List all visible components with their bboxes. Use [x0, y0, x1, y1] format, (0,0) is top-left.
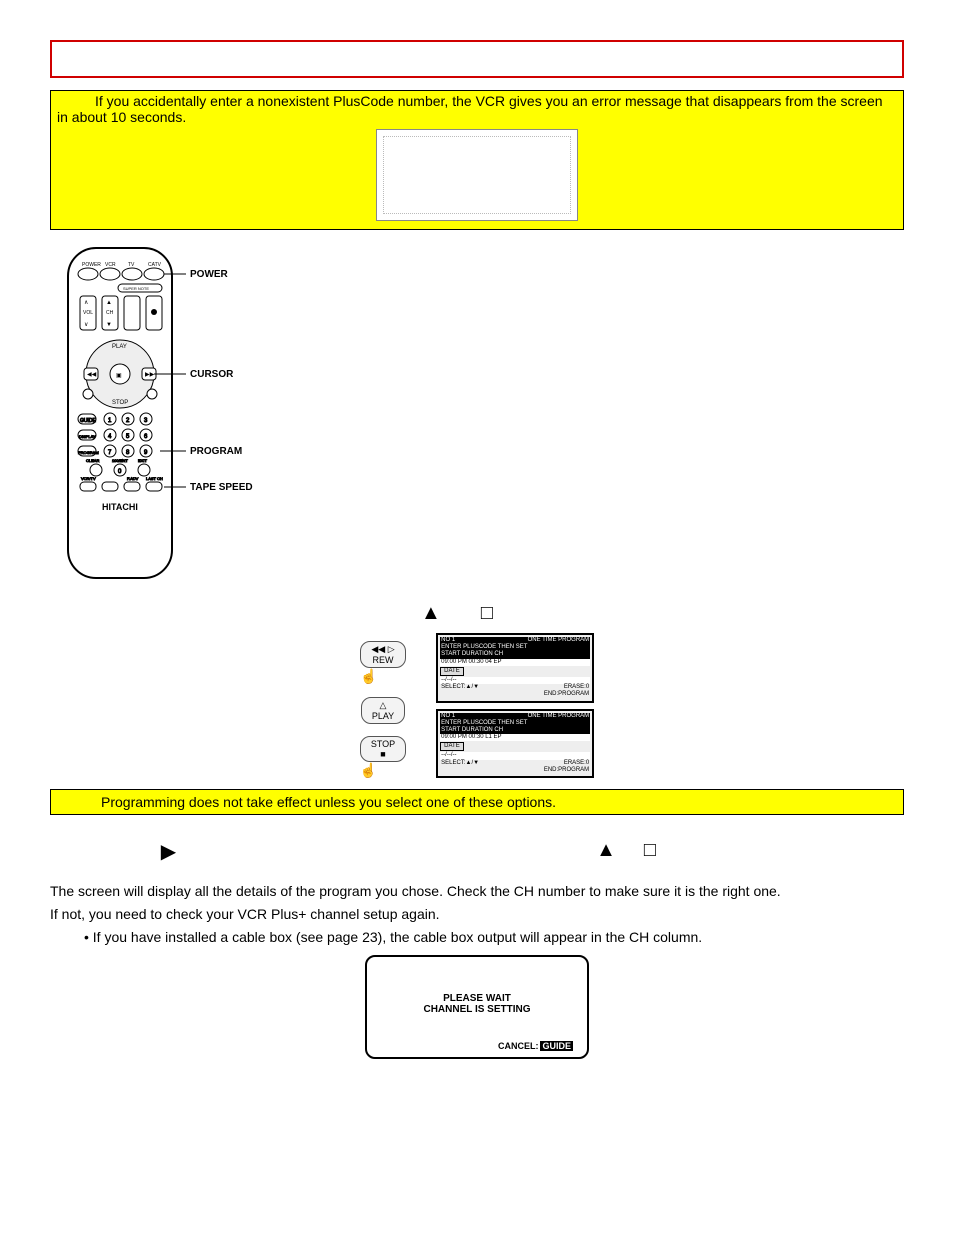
svg-text:CATV: CATV: [148, 262, 162, 268]
svg-text:PROGRAM: PROGRAM: [78, 450, 99, 455]
svg-text:◀◀: ◀◀: [87, 372, 97, 378]
osd-figure: ◀◀ ▷REW ☝ △PLAY STOP■ ☝ NO 1ONE TIME PRO…: [50, 633, 904, 779]
svg-text:VCR/TV: VCR/TV: [81, 476, 96, 481]
screen-cancel: CANCEL:GUIDE: [498, 1041, 573, 1051]
svg-text:∨: ∨: [84, 322, 88, 328]
up-arrow-icon: ▲: [596, 839, 644, 861]
svg-text:EXIT: EXIT: [138, 458, 147, 463]
osd-stack: NO 1ONE TIME PROGRAM ENTER PLUSCODE THEN…: [436, 633, 594, 779]
svg-text:▼: ▼: [106, 322, 112, 328]
svg-text:100/ENT: 100/ENT: [112, 458, 128, 463]
screen-line-2: CHANNEL IS SETTING: [423, 1004, 530, 1015]
svg-text:▣: ▣: [116, 373, 122, 379]
up-arrow-icon: ▲: [421, 602, 481, 624]
body-bullet-1: • If you have installed a cable box (see…: [84, 928, 904, 947]
label-program: PROGRAM: [190, 446, 242, 457]
svg-text:VCR: VCR: [105, 262, 116, 268]
svg-text:CH: CH: [106, 310, 114, 316]
svg-text:CLEAR: CLEAR: [86, 458, 99, 463]
label-tapespeed: TAPE SPEED: [190, 482, 253, 493]
warning-box-1: If you accidentally enter a nonexistent …: [50, 90, 904, 230]
body-p2: If not, you need to check your VCR Plus+…: [50, 905, 904, 924]
warning-text-2: Programming does not take effect unless …: [101, 794, 556, 810]
screen-line-1: PLEASE WAIT: [443, 993, 511, 1004]
hookup-diagram: [376, 129, 578, 221]
remote-illustration: POWER VCR TV CATV SUPER NOTE ∧ VOL ∨ ▲ CH ▼ PLA…: [50, 244, 260, 584]
warning-text-1: If you accidentally enter a nonexistent …: [57, 93, 897, 125]
svg-text:∧: ∧: [84, 300, 88, 306]
button-press-column: ◀◀ ▷REW ☝ △PLAY STOP■ ☝: [360, 633, 406, 779]
brand-label: HITACHI: [102, 502, 138, 512]
label-cursor: CURSOR: [190, 369, 234, 380]
svg-text:POWER: POWER: [82, 262, 101, 268]
remote-figure: POWER VCR TV CATV SUPER NOTE ∧ VOL ∨ ▲ CH ▼ PLA…: [50, 244, 904, 584]
play-icon: ▶: [161, 839, 176, 864]
svg-text:▲: ▲: [106, 300, 112, 306]
top-red-banner: [50, 40, 904, 78]
svg-text:TV: TV: [128, 262, 135, 268]
please-wait-screen: PLEASE WAIT CHANNEL IS SETTING CANCEL:GU…: [365, 955, 589, 1059]
osd-screen-b: NO 1ONE TIME PROGRAM ENTER PLUSCODE THEN…: [436, 709, 594, 779]
body-p1: The screen will display all the details …: [50, 882, 904, 901]
play-button-graphic: △PLAY: [361, 697, 405, 724]
stop-icon: □: [644, 839, 684, 861]
hand-icon: ☝: [360, 668, 405, 685]
glyph-row-2: ▶ ▲□: [50, 839, 904, 864]
stop-icon: □: [481, 602, 533, 624]
stop-button-graphic: STOP■: [360, 736, 406, 762]
svg-text:LAST CH: LAST CH: [146, 476, 163, 481]
warning-box-2: Programming does not take effect unless …: [50, 789, 904, 815]
svg-text:PLAY: PLAY: [112, 344, 127, 350]
svg-text:SUPER NOTE: SUPER NOTE: [123, 286, 149, 291]
svg-text:F.ADV: F.ADV: [127, 476, 139, 481]
rew-button-graphic: ◀◀ ▷REW: [360, 641, 405, 668]
svg-text:STOP: STOP: [112, 400, 128, 406]
osd-screen-a: NO 1ONE TIME PROGRAM ENTER PLUSCODE THEN…: [436, 633, 594, 703]
svg-text:GUIDE: GUIDE: [80, 418, 97, 424]
glyph-row-1: ▲□: [50, 602, 904, 625]
svg-text:DISPLAY: DISPLAY: [79, 434, 96, 439]
hand-icon: ☝: [360, 762, 406, 779]
svg-text:VOL: VOL: [83, 310, 93, 316]
svg-text:▶▶: ▶▶: [145, 372, 155, 378]
label-power: POWER: [190, 269, 229, 280]
